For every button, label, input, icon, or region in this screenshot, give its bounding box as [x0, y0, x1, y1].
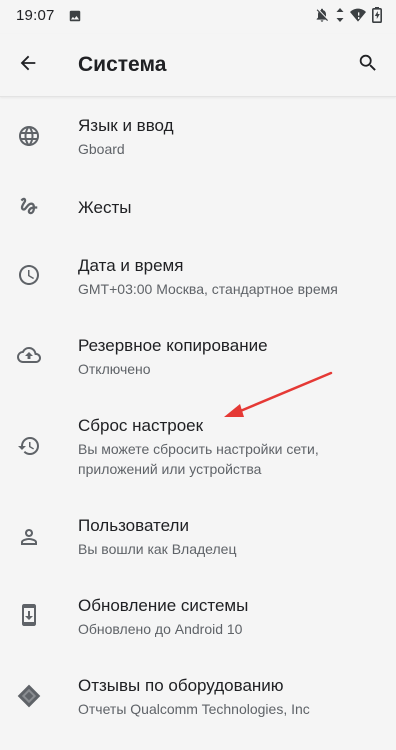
app-bar: Система — [0, 34, 396, 97]
clock-icon — [16, 262, 42, 288]
battery-charging-icon — [372, 7, 382, 28]
settings-item-subtitle: GMT+03:00 Москва, стандартное время — [78, 281, 338, 297]
settings-item-title: Дата и время — [78, 256, 184, 275]
status-time: 19:07 — [16, 7, 55, 24]
settings-item-hardware-feedback[interactable]: Отзывы по оборудованию Отчеты Qualcomm T… — [0, 661, 396, 741]
person-icon — [16, 524, 42, 550]
settings-item-backup[interactable]: Резервное копирование Отключено — [0, 321, 396, 401]
history-icon — [16, 433, 42, 459]
wifi-icon — [350, 8, 366, 27]
settings-item-subtitle: Отчеты Qualcomm Technologies, Inc — [78, 701, 310, 717]
settings-item-reset[interactable]: Сброс настроек Вы можете сбросить настро… — [0, 401, 396, 501]
settings-item-subtitle: Вы вошли как Владелец — [78, 541, 237, 557]
status-bar: 19:07 — [0, 0, 396, 34]
settings-item-subtitle: Обновлено до Android 10 — [78, 621, 243, 637]
search-icon — [357, 52, 379, 79]
data-arrows-icon — [336, 8, 344, 27]
settings-item-subtitle: Вы можете сбросить настройки сети, прило… — [78, 441, 319, 477]
settings-item-title: Жесты — [78, 198, 132, 217]
search-button[interactable] — [354, 51, 382, 79]
settings-item-gestures[interactable]: Жесты — [0, 177, 396, 241]
settings-item-subtitle: Gboard — [78, 141, 125, 157]
gesture-icon — [16, 193, 42, 219]
settings-item-users[interactable]: Пользователи Вы вошли как Владелец — [0, 501, 396, 581]
settings-item-title: Отзывы по оборудованию — [78, 676, 284, 695]
settings-item-title: Пользователи — [78, 516, 189, 535]
system-update-icon — [16, 602, 42, 628]
page-title: Система — [78, 53, 167, 76]
back-button[interactable] — [14, 51, 42, 79]
settings-item-title: Язык и ввод — [78, 116, 174, 135]
settings-item-date-time[interactable]: Дата и время GMT+03:00 Москва, стандартн… — [0, 241, 396, 321]
cloud-upload-icon — [16, 342, 42, 368]
settings-item-title: Обновление системы — [78, 596, 249, 615]
arrow-back-icon — [17, 52, 39, 79]
image-icon — [68, 9, 82, 28]
chip-icon — [16, 683, 42, 709]
status-icons — [314, 7, 382, 28]
settings-item-title: Сброс настроек — [78, 416, 204, 435]
settings-item-language[interactable]: Язык и ввод Gboard — [0, 97, 396, 177]
settings-item-subtitle: Отключено — [78, 361, 151, 377]
settings-item-title: Резервное копирование — [78, 336, 268, 355]
globe-icon — [16, 123, 42, 149]
settings-item-system-update[interactable]: Обновление системы Обновлено до Android … — [0, 581, 396, 661]
screen: 19:07 Система Язык и ввод Gboard Жесты Д… — [0, 0, 396, 750]
bell-off-icon — [314, 7, 330, 28]
